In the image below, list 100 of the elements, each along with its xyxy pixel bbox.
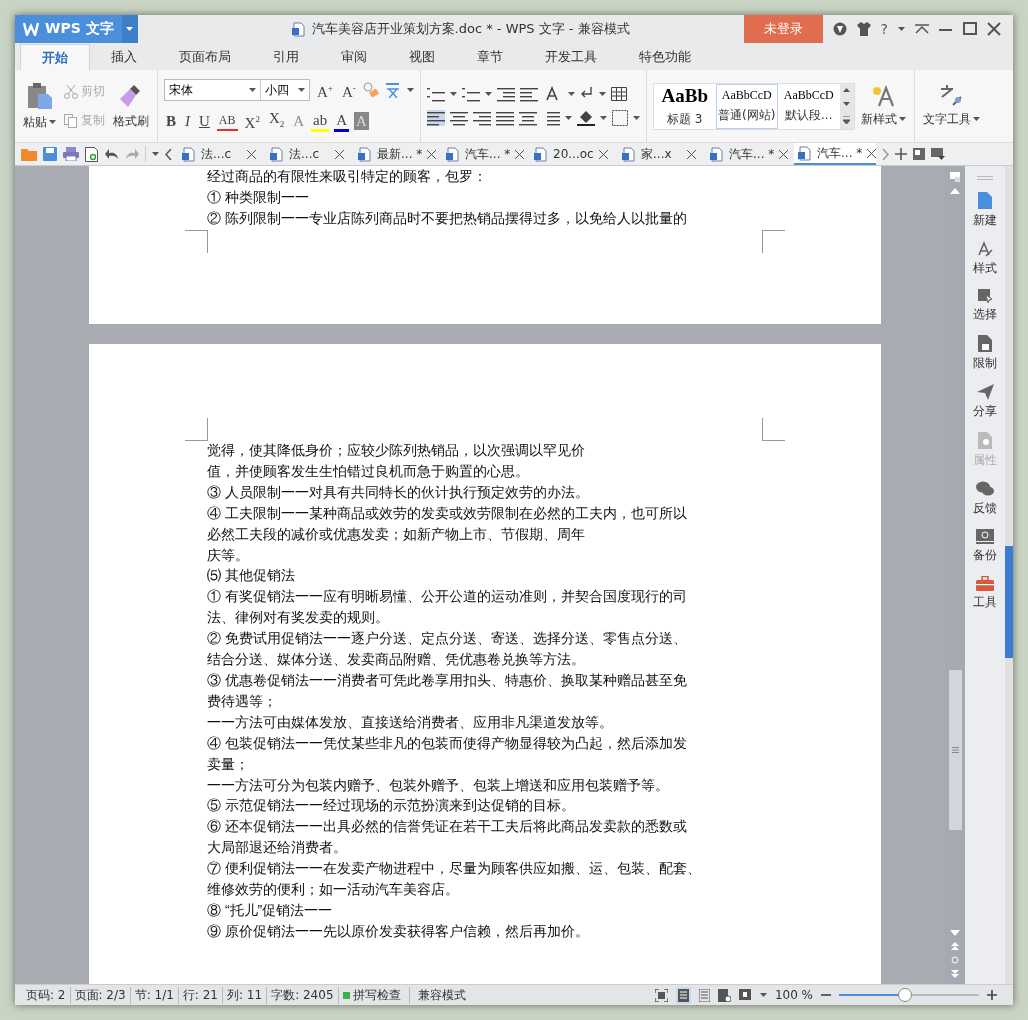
align-center-icon[interactable] [449,110,468,126]
sidebar-button[interactable]: 工具 [973,576,997,611]
text-format-button[interactable]: B [164,112,178,130]
text-format-button[interactable]: AB [216,111,238,131]
align-right-icon[interactable] [472,110,491,126]
web-view-icon[interactable] [717,988,731,1002]
caret-icon[interactable] [567,92,575,96]
caret-icon[interactable] [449,92,457,96]
text-format-button[interactable]: U [197,112,212,130]
text-format-button[interactable]: I [183,112,192,130]
menu-tab[interactable]: 章节 [456,44,524,70]
caret-icon[interactable] [898,117,906,121]
pinyin-icon[interactable] [383,82,402,98]
font-size-step-button[interactable]: A$^{-}$ [339,79,358,101]
scroll-left-icon[interactable] [165,148,172,160]
window-icon[interactable] [913,148,925,160]
clear-format-icon[interactable] [362,82,379,98]
justify-icon[interactable] [495,110,514,126]
caret-icon[interactable] [298,88,305,92]
slider-thumb[interactable] [897,988,912,1002]
new-style-button[interactable]: 新样式 [858,82,908,130]
printer-icon[interactable] [63,147,79,161]
maximize-icon[interactable] [963,22,977,36]
help-button[interactable]: ? [880,21,888,37]
caret-icon[interactable] [632,116,640,120]
close-icon[interactable] [515,149,525,159]
page-view-button[interactable] [675,986,691,1004]
menu-tab[interactable]: 审阅 [320,44,388,70]
align-left-icon[interactable] [426,110,445,126]
document-tab[interactable]: 汽车... * [442,143,524,165]
print-preview-icon[interactable] [85,146,99,162]
menu-tab[interactable]: 开始 [20,44,90,70]
spell-check-button[interactable]: 拼写检查 [338,986,410,1004]
style-preset[interactable]: AaBbCcD 普通(网站) [715,83,778,129]
font-size-step-button[interactable]: A$^{+}$ [315,79,335,101]
add-icon[interactable] [895,148,907,160]
caret-icon[interactable] [843,102,851,106]
caret-icon[interactable] [152,152,159,156]
scrollbar-thumb[interactable] [948,670,962,830]
close-icon[interactable] [427,149,437,159]
numbered-list-icon[interactable] [461,86,480,102]
tab-menu-icon[interactable] [931,148,945,160]
caret-icon[interactable] [406,88,414,92]
border-icon[interactable] [611,110,628,126]
undo-icon[interactable] [105,148,119,160]
document-tab[interactable]: 家...x [618,143,700,165]
paste-button[interactable]: 粘贴 [21,79,58,133]
menu-tab[interactable]: 视图 [388,44,456,70]
save-icon[interactable] [43,147,57,161]
document-tab[interactable]: 法...c [178,143,260,165]
sidebar-button[interactable]: 选择 [973,289,997,323]
zoom-slider[interactable] [839,988,979,1002]
caret-icon[interactable] [484,92,492,96]
caret-icon[interactable] [972,117,980,121]
close-icon[interactable] [335,149,344,159]
close-icon[interactable] [867,148,877,158]
sidebar-button[interactable]: 备份 [973,529,997,564]
sidebar-button[interactable]: 分享 [973,384,997,420]
caret-icon[interactable] [598,92,606,96]
sidebar-button[interactable]: 限制 [973,335,997,372]
caret-icon[interactable] [564,116,572,120]
scroll-up-icon[interactable] [843,88,851,93]
collapse-ribbon-icon[interactable] [915,24,929,34]
close-icon[interactable] [687,149,696,159]
fullscreen-icon[interactable] [654,988,668,1002]
sidebar-button[interactable]: 新建 [973,192,997,229]
menu-tab[interactable]: 引用 [252,44,320,70]
caret-icon[interactable] [49,120,56,124]
menu-tab[interactable]: 特色功能 [618,44,712,70]
caret-icon[interactable] [759,993,767,997]
close-icon[interactable] [247,149,256,159]
text-format-button[interactable]: X$_{2}$ [266,109,287,133]
outdent-icon[interactable] [496,86,515,102]
document-tab[interactable]: 汽车... * [794,143,876,165]
indent-icon[interactable] [519,86,538,102]
document-tab[interactable]: 汽车... * [706,143,788,165]
reading-view-icon[interactable] [738,988,752,1002]
bullet-list-icon[interactable] [426,86,445,102]
sidebar-button[interactable]: 反馈 [973,481,997,517]
gallery-expand-icon[interactable] [843,115,851,124]
fill-bucket-icon[interactable] [576,110,595,126]
close-icon[interactable] [599,149,608,159]
close-icon[interactable] [987,22,1001,36]
drag-handle-icon[interactable] [977,176,993,180]
document-tab[interactable]: 法...c [266,143,348,165]
shirt-icon[interactable] [856,22,871,36]
caret-icon[interactable] [898,27,905,31]
zoom-in-icon[interactable] [987,990,997,1000]
menu-tab[interactable]: 插入 [90,44,158,70]
menu-tab[interactable]: 开发工具 [524,44,618,70]
sidebar-button[interactable]: 样式 [973,241,997,277]
table-icon[interactable] [610,87,627,101]
menu-tab[interactable]: 页面布局 [158,44,252,70]
distribute-icon[interactable] [518,110,537,126]
caret-icon[interactable] [249,88,256,92]
outline-view-icon[interactable] [698,988,710,1002]
format-painter-button[interactable]: 格式刷 [111,80,151,132]
text-tools-button[interactable]: 文字工具 [920,82,982,130]
document-tab[interactable]: 最新... * [354,143,436,165]
document-tab[interactable]: 20...oc [530,143,612,165]
